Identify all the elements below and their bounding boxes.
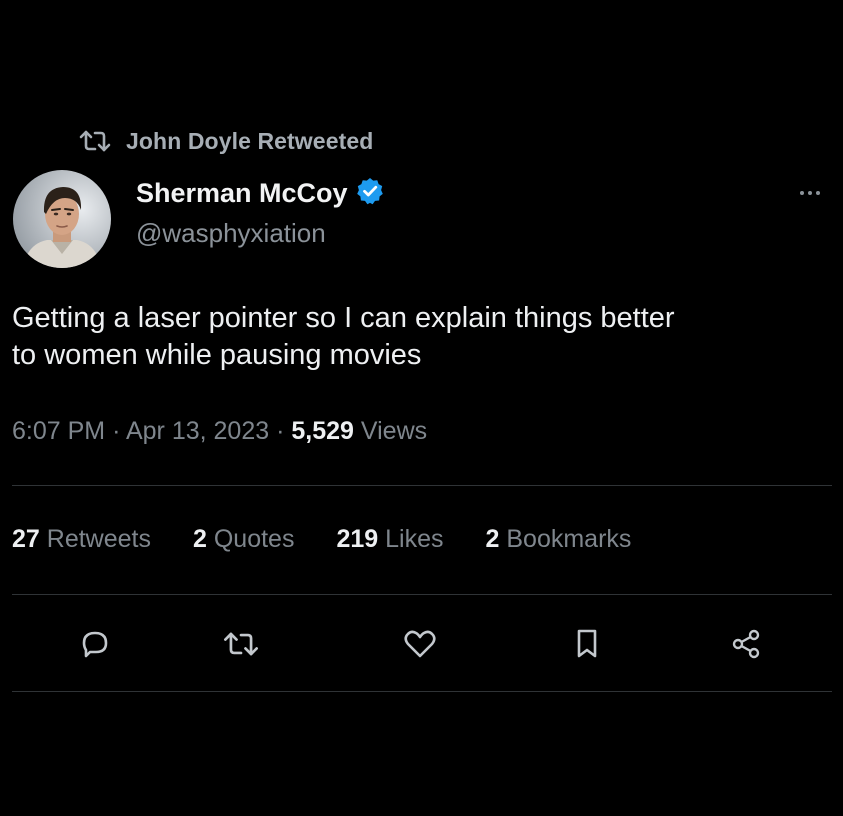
retweet-context-label: John Doyle Retweeted bbox=[126, 127, 374, 154]
more-options-button[interactable] bbox=[790, 178, 830, 208]
divider bbox=[12, 485, 832, 486]
retweet-context[interactable]: John Doyle Retweeted bbox=[78, 126, 373, 156]
divider bbox=[12, 691, 832, 692]
likes-stat[interactable]: 219 Likes bbox=[336, 525, 443, 554]
likes-count: 219 bbox=[336, 525, 379, 553]
bookmarks-label: Bookmarks bbox=[506, 525, 632, 553]
more-dot bbox=[808, 191, 812, 195]
views-label: Views bbox=[360, 417, 428, 445]
more-dot bbox=[816, 191, 820, 195]
quotes-label: Quotes bbox=[213, 525, 295, 553]
retweet-button[interactable] bbox=[219, 622, 263, 666]
bookmarks-stat[interactable]: 2 Bookmarks bbox=[486, 525, 632, 554]
tweet-text: Getting a laser pointer so I can explain… bbox=[12, 300, 838, 374]
retweets-stat[interactable]: 27 Retweets bbox=[12, 525, 151, 554]
retweets-count: 27 bbox=[12, 525, 40, 553]
tweet-text-line: to women while pausing movies bbox=[12, 339, 422, 371]
retweets-label: Retweets bbox=[46, 525, 151, 553]
tweet-meta: 6:07 PM · Apr 13, 2023 · 5,529 Views bbox=[12, 417, 427, 446]
reply-button[interactable] bbox=[73, 622, 117, 666]
bookmarks-count: 2 bbox=[485, 525, 500, 553]
author-handle[interactable]: @wasphyxiation bbox=[136, 218, 326, 249]
quotes-count: 2 bbox=[192, 525, 207, 553]
author-name-row[interactable]: Sherman McCoy bbox=[136, 176, 385, 211]
likes-label: Likes bbox=[385, 525, 444, 553]
retweet-icon bbox=[78, 129, 112, 153]
tweet-date[interactable]: Apr 13, 2023 bbox=[126, 417, 269, 445]
more-dot bbox=[800, 191, 804, 195]
like-icon bbox=[402, 627, 438, 661]
retweet-icon bbox=[222, 629, 260, 659]
tweet-time[interactable]: 6:07 PM bbox=[12, 417, 105, 445]
engagement-stats: 27 Retweets 2 Quotes 219 Likes 2 Bookmar… bbox=[12, 525, 631, 554]
share-icon bbox=[729, 626, 765, 662]
views-count: 5,529 bbox=[291, 417, 354, 445]
author-name[interactable]: Sherman McCoy bbox=[136, 178, 348, 209]
tweet-text-line: Getting a laser pointer so I can explain… bbox=[12, 302, 675, 334]
bookmark-button[interactable] bbox=[565, 622, 609, 666]
meta-separator: · bbox=[276, 417, 285, 445]
bookmark-icon bbox=[572, 627, 602, 661]
quotes-stat[interactable]: 2 Quotes bbox=[193, 525, 294, 554]
meta-separator: · bbox=[112, 417, 121, 445]
like-button[interactable] bbox=[398, 622, 442, 666]
divider bbox=[12, 594, 832, 595]
avatar[interactable] bbox=[13, 170, 111, 268]
share-button[interactable] bbox=[725, 622, 769, 666]
reply-icon bbox=[78, 627, 112, 661]
verified-badge-icon bbox=[355, 176, 385, 211]
